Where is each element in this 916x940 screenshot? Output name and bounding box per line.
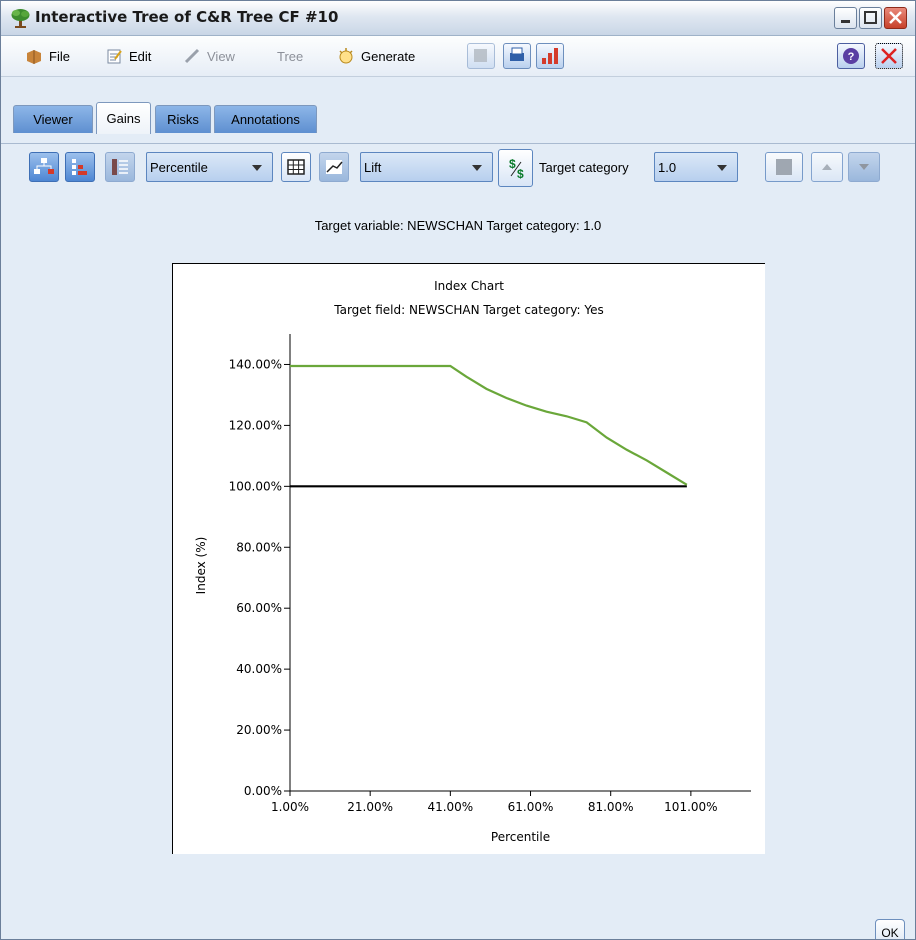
sort-button[interactable] — [536, 43, 564, 69]
y-tick-label: 140.00% — [229, 357, 282, 371]
x-tick-label: 41.00% — [427, 800, 473, 814]
quantile-chart-icon — [72, 159, 87, 175]
y-tick-label: 60.00% — [236, 601, 282, 615]
tab-annotations[interactable]: Annotations — [214, 105, 317, 133]
tree-icon — [11, 9, 30, 28]
chart-title: Index Chart — [434, 279, 504, 293]
percentile-select[interactable]: Percentile — [146, 152, 273, 182]
tab-viewer[interactable]: Viewer — [13, 105, 93, 133]
table-view-icon — [112, 159, 128, 175]
y-tick-label: 120.00% — [229, 418, 282, 432]
profit-button[interactable]: $ $ — [498, 149, 533, 187]
x-tick-label: 21.00% — [347, 800, 393, 814]
menu-edit-label: Edit — [129, 48, 152, 64]
close-red-icon — [881, 48, 897, 64]
tab-risks[interactable]: Risks — [155, 105, 211, 133]
index-series-line — [290, 364, 688, 486]
x-tick-label: 61.00% — [508, 800, 554, 814]
index-chart: Index Chart Target field: NEWSCHAN Target… — [172, 263, 765, 854]
line-chart-icon — [326, 160, 343, 174]
measure-select-value: Lift — [364, 159, 382, 175]
x-tick-label: 101.00% — [664, 800, 717, 814]
sort-icon — [542, 48, 558, 64]
print-icon — [510, 47, 524, 61]
maximize-icon — [864, 11, 877, 24]
edit-icon — [107, 49, 122, 64]
dollar-icon: $$ — [509, 157, 524, 181]
table-view-button[interactable] — [105, 152, 135, 182]
chevron-down-icon — [252, 165, 262, 171]
interactive-tree-window: Interactive Tree of C&R Tree CF #10 File… — [0, 0, 916, 940]
move-up-button[interactable] — [811, 152, 843, 182]
menu-tree-label: Tree — [277, 48, 304, 64]
close-dialog-button[interactable] — [875, 43, 903, 69]
x-tick-label: 81.00% — [588, 800, 634, 814]
file-icon — [27, 50, 41, 64]
menu-file[interactable]: File — [25, 46, 70, 66]
x-axis-label: Percentile — [491, 830, 550, 844]
menu-tree[interactable]: Tree — [277, 46, 303, 66]
menu-file-label: File — [49, 48, 70, 64]
target-category-label: Target category — [539, 160, 629, 175]
measure-select[interactable]: Lift — [360, 152, 493, 182]
svg-text:?: ? — [848, 51, 855, 63]
view-icon — [184, 48, 200, 64]
close-window-button[interactable] — [884, 7, 907, 29]
help-button[interactable]: ? — [837, 43, 865, 69]
chart-button[interactable] — [319, 152, 349, 182]
quantile-chart-button[interactable] — [65, 152, 95, 182]
target-category-value: 1.0 — [658, 159, 677, 175]
tree-layout-icon — [34, 158, 54, 174]
help-icon: ? — [843, 48, 859, 64]
move-down-button[interactable] — [848, 152, 880, 182]
print-button[interactable] — [503, 43, 531, 69]
table-button[interactable] — [281, 152, 311, 182]
target-info: Target variable: NEWSCHAN Target categor… — [314, 218, 602, 233]
title-bar[interactable]: Interactive Tree of C&R Tree CF #10 — [1, 1, 915, 36]
svg-text:$: $ — [509, 157, 516, 171]
window-title: Interactive Tree of C&R Tree CF #10 — [35, 8, 339, 26]
tab-gains[interactable]: Gains — [96, 102, 151, 134]
y-axis-label: Index (%) — [194, 537, 208, 595]
grid-icon — [287, 159, 305, 175]
tab-strip: Viewer Gains Risks Annotations — [1, 77, 915, 144]
menu-view[interactable]: View — [183, 46, 235, 66]
menu-view-label: View — [207, 48, 235, 64]
menu-edit[interactable]: Edit — [105, 46, 151, 66]
x-tick-label: 1.00% — [271, 800, 309, 814]
gains-toolbar: Percentile Lift $ $ Target category 1.0 — [1, 144, 915, 198]
gains-content: Target variable: NEWSCHAN Target categor… — [1, 199, 915, 939]
y-tick-label: 100.00% — [229, 479, 282, 493]
export-icon — [474, 49, 487, 62]
arrow-down-icon — [859, 164, 869, 170]
y-tick-label: 0.00% — [244, 784, 282, 798]
y-tick-label: 80.00% — [236, 540, 282, 554]
y-tick-label: 40.00% — [236, 662, 282, 676]
list-icon — [776, 159, 792, 175]
index-chart-svg: Index Chart Target field: NEWSCHAN Target… — [194, 279, 751, 844]
list-button[interactable] — [765, 152, 803, 182]
target-category-select[interactable]: 1.0 — [654, 152, 738, 182]
chevron-down-icon — [472, 165, 482, 171]
maximize-button[interactable] — [859, 7, 882, 29]
menu-generate[interactable]: Generate — [337, 46, 415, 66]
generate-icon — [339, 48, 353, 64]
percentile-select-value: Percentile — [150, 159, 208, 175]
arrow-up-icon — [822, 164, 832, 170]
ok-button[interactable]: OK — [875, 919, 905, 939]
minimize-icon — [841, 20, 850, 23]
chevron-down-icon — [717, 165, 727, 171]
menu-bar: File Edit View Tree Generate ? — [1, 36, 915, 77]
svg-text:$: $ — [517, 167, 524, 181]
menu-generate-label: Generate — [361, 48, 416, 64]
export-button[interactable] — [467, 43, 495, 69]
close-icon — [889, 11, 902, 24]
chart-subtitle: Target field: NEWSCHAN Target category: … — [333, 303, 603, 317]
y-tick-label: 20.00% — [236, 723, 282, 737]
tree-layout-button[interactable] — [29, 152, 59, 182]
minimize-button[interactable] — [834, 7, 857, 29]
